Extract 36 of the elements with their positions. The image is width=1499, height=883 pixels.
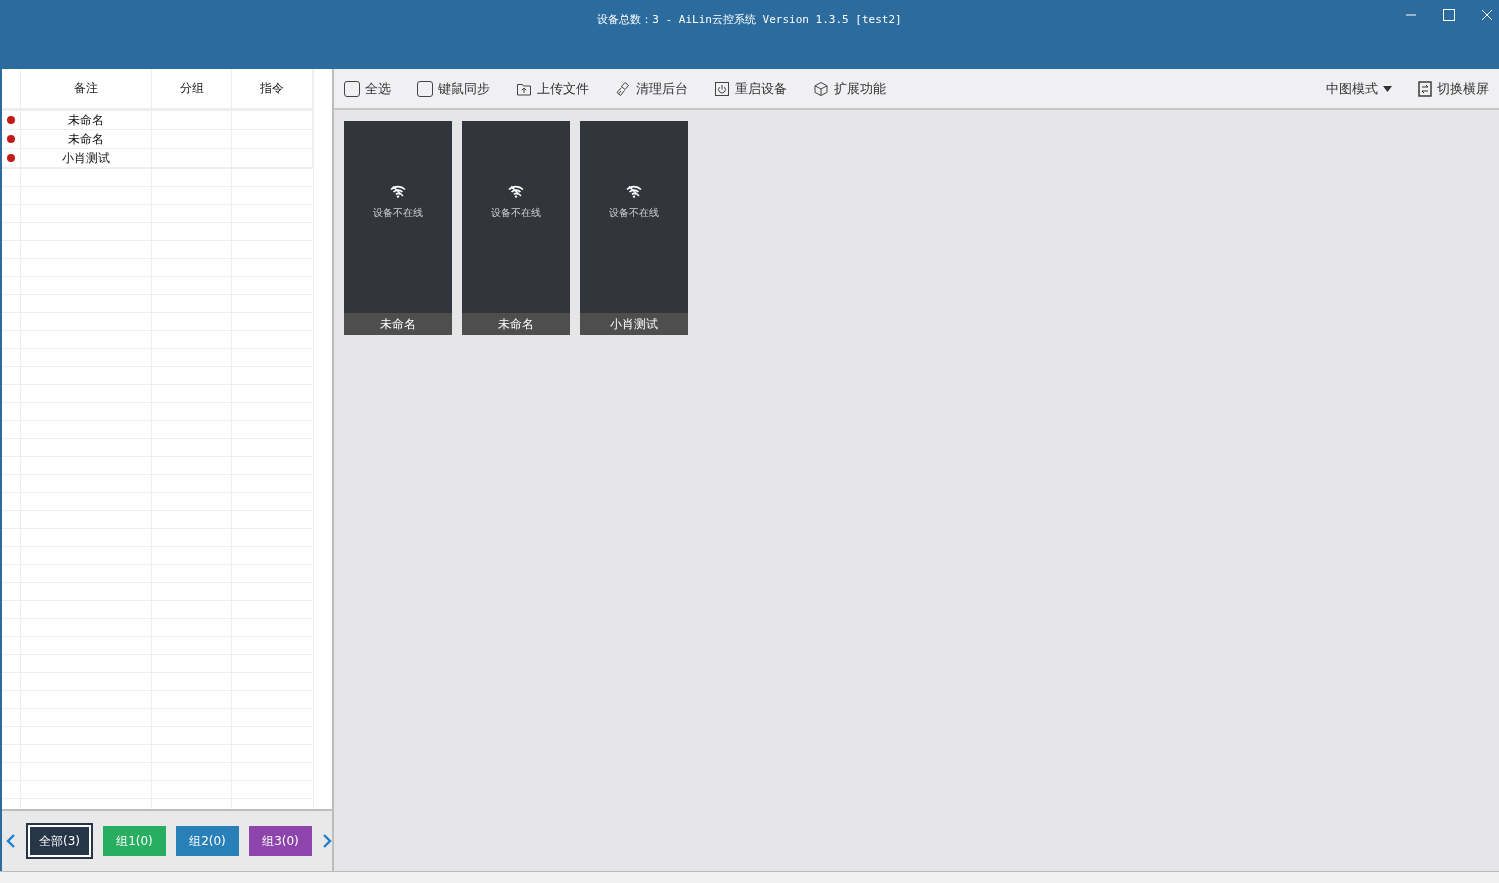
table-cell: 未命名 (68, 112, 104, 128)
device-name: 未命名 (462, 313, 570, 335)
caret-icon (1383, 85, 1392, 92)
maximize-icon[interactable] (1443, 9, 1455, 21)
device-card[interactable]: 设备不在线 未命名 (462, 121, 570, 335)
chevron-left-icon[interactable] (6, 833, 16, 849)
group-tab[interactable]: 组2(0) (176, 826, 239, 856)
toolbar-button[interactable]: 扩展功能 (813, 79, 886, 98)
window-title: 设备总数：3 - AiLin云控系统 Version 1.3.5 [test2] (597, 12, 902, 27)
column-header: 备注 (21, 69, 152, 108)
chevron-right-icon[interactable] (322, 833, 332, 849)
group-tab[interactable]: 组3(0) (249, 826, 312, 856)
toolbar-button[interactable]: 清理后台 (615, 79, 688, 98)
checkbox[interactable]: 全选 (344, 79, 391, 98)
device-status: 设备不在线 (609, 205, 659, 220)
device-name: 未命名 (344, 313, 452, 335)
device-card[interactable]: 设备不在线 小肖测试 (580, 121, 688, 335)
device-status: 设备不在线 (373, 205, 423, 220)
checkbox[interactable]: 键鼠同步 (417, 79, 490, 98)
device-card[interactable]: 设备不在线 未命名 (344, 121, 452, 335)
close-icon[interactable] (1481, 9, 1493, 21)
column-header: 指令 (232, 69, 313, 108)
table-cell: 未命名 (68, 131, 104, 147)
toolbar-button[interactable]: 上传文件 (516, 79, 589, 98)
column-header: 分组 (152, 69, 232, 108)
power-icon (714, 80, 730, 97)
cube-icon (813, 80, 829, 97)
toolbar-button[interactable]: 重启设备 (714, 79, 787, 98)
view-mode-dropdown[interactable]: 中图模式 (1326, 79, 1392, 98)
table-cell: 小肖测试 (62, 150, 110, 166)
rotate-screen-button[interactable]: 切换横屏 (1418, 79, 1489, 98)
device-status: 设备不在线 (491, 205, 541, 220)
group-tab[interactable]: 全部(3) (26, 823, 93, 859)
rotate-icon (1418, 80, 1432, 97)
brush-icon (615, 80, 631, 97)
device-name: 小肖测试 (580, 313, 688, 335)
